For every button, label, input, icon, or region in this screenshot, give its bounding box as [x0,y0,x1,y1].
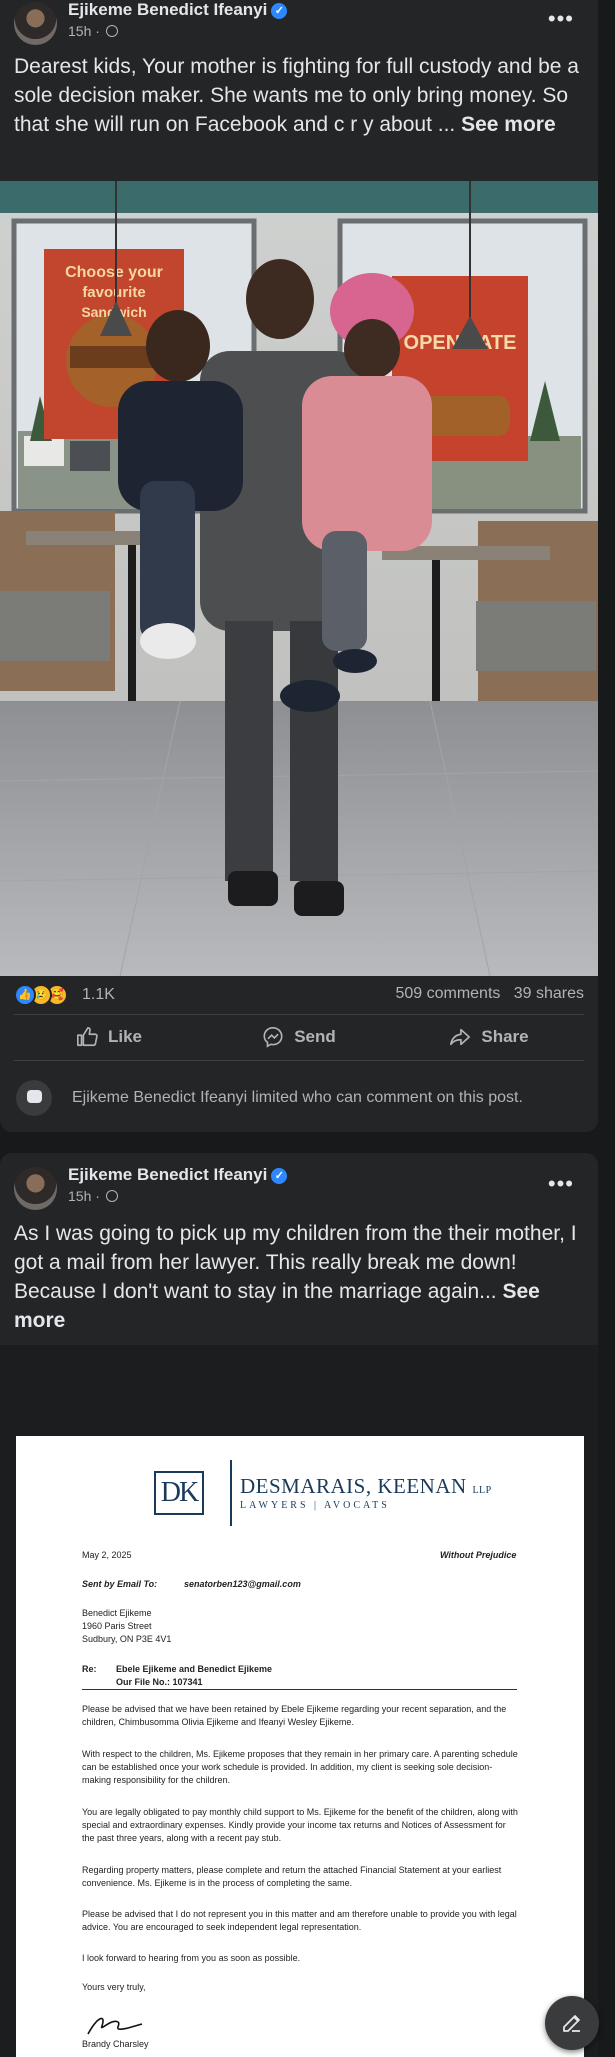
compose-icon [563,2015,580,2032]
letter-paragraph: Please be advised that we have been reta… [82,1704,507,1727]
letter-paragraph: I look forward to hearing from you as so… [82,1953,301,1963]
poster-text: Choose your [65,264,163,281]
letter-paragraph: Regarding property matters, please compl… [82,1865,502,1888]
address-line: 1960 Paris Street [82,1621,152,1631]
messenger-icon [263,1027,283,1048]
send-button[interactable]: Send [204,1016,394,1058]
more-options-icon[interactable]: ••• [548,8,574,30]
letter-privilege: Without Prejudice [440,1550,517,1560]
shares-count[interactable]: 39 shares [514,985,584,1002]
comments-count[interactable]: 509 comments [395,985,500,1002]
like-button[interactable]: Like [14,1016,204,1058]
comment-limit-notice: Ejikeme Benedict Ifeanyi limited who can… [14,1076,584,1120]
re-line: Our File No.: 107341 [116,1677,203,1687]
reaction-count: 1.1K [82,986,115,1003]
letter-paragraph: Please be advised that I do not represen… [82,1909,517,1932]
post-header: Ejikeme Benedict Ifeanyi ✓ 15h · ••• [0,1165,598,1210]
engagement-stats: 👍 😢 🥰 1.1K 509 comments 39 shares [14,983,584,1007]
lawyer-letter-image: DK DESMARAIS, KEENAN LLP LAWYERS | AVOCA… [16,1436,584,2057]
share-arrow-icon [450,1028,471,1046]
author-avatar[interactable] [14,1167,57,1210]
post-header: Ejikeme Benedict Ifeanyi ✓ 15h · ••• [0,0,598,45]
divider [14,1014,584,1015]
firm-logo: DK [154,1471,204,1515]
post-photo[interactable]: Choose your favourite Sandwich OPEN LATE [0,181,598,976]
family-photo-image: Choose your favourite Sandwich OPEN LATE [0,181,598,976]
address-line: Sudbury, ON P3E 4V1 [82,1634,172,1644]
more-options-icon[interactable]: ••• [548,1173,574,1195]
comment-bubble-icon [16,1080,52,1116]
globe-icon [105,1190,118,1202]
like-label: Like [107,1027,143,1046]
notice-text: Ejikeme Benedict Ifeanyi limited who can… [72,1089,523,1106]
signature-image [87,2017,143,2035]
globe-icon [105,25,118,37]
divider [82,1689,517,1690]
letter-closing: Yours very truly, [82,1982,146,1992]
post-text: As I was going to pick up my children fr… [14,1222,577,1332]
verified-badge-icon: ✓ [271,3,288,19]
post-timestamp[interactable]: 15h · [68,1188,118,1204]
re-line: Ebele Ejikeme and Benedict Ejikeme [116,1664,273,1674]
letter-date: May 2, 2025 [82,1550,132,1560]
author-avatar[interactable] [14,2,57,45]
post-timestamp[interactable]: 15h · [68,23,118,39]
signer-name: Brandy Charsley [82,2039,149,2049]
author-name[interactable]: Ejikeme Benedict Ifeanyi ✓ [68,0,288,20]
firm-subtitle: LAWYERS | AVOCATS [240,1500,390,1511]
verified-badge-icon: ✓ [271,1168,288,1184]
poster-text: favourite [82,284,145,301]
like-reaction-icon: 👍 [14,984,36,1006]
firm-name: DESMARAIS, KEENAN LLP [240,1474,492,1498]
address-line: Benedict Ejikeme [82,1608,152,1618]
post-actions: Like Send Share [14,1016,584,1058]
letter-paragraph: You are legally obligated to pay monthly… [82,1807,518,1843]
share-button[interactable]: Share [394,1016,584,1058]
sent-by-label: Sent by Email To: [82,1579,158,1589]
divider [230,1460,232,1526]
feed-post-1: Ejikeme Benedict Ifeanyi ✓ 15h · ••• Dear… [0,0,598,1132]
sent-by-email: senatorben123@gmail.com [184,1579,301,1589]
send-label: Send [294,1027,336,1046]
thumbs-up-icon [76,1027,98,1047]
compose-button[interactable] [545,1996,599,2050]
see-more-link[interactable]: See more [461,113,556,136]
divider [14,1060,584,1061]
letter-paragraph: With respect to the children, Ms. Ejikem… [82,1749,518,1785]
share-label: Share [481,1027,529,1046]
post-text: Dearest kids, Your mother is fighting fo… [14,55,579,136]
author-name[interactable]: Ejikeme Benedict Ifeanyi ✓ [68,1165,288,1185]
re-label: Re: [82,1664,97,1674]
